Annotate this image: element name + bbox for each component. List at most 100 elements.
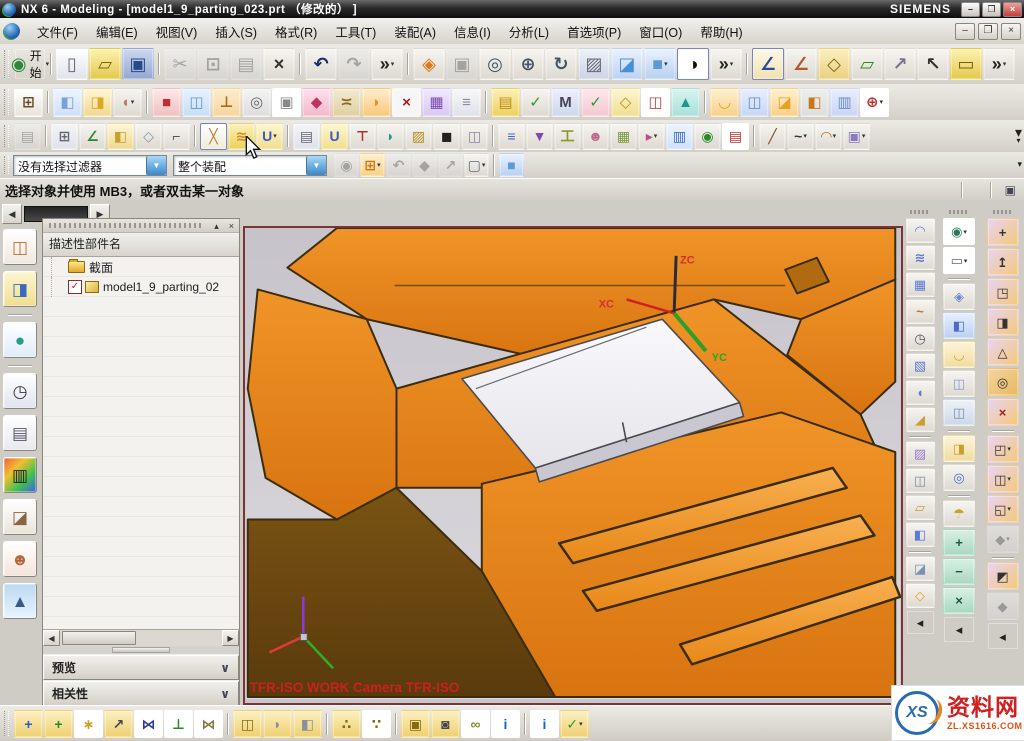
copy-icon[interactable]: ⊡ (197, 48, 229, 80)
twin-columns-icon[interactable]: ◫ (943, 399, 975, 426)
bolt-hole-icon[interactable]: U (321, 123, 348, 150)
wave-geometry-icon[interactable]: ◗ (263, 710, 292, 738)
datum-plane-pair-icon[interactable]: ◧ (53, 88, 82, 117)
through-curves-icon[interactable]: ≋ (906, 245, 935, 270)
update-display-icon[interactable]: ▨ (578, 48, 610, 80)
wcs-dynamics-icon[interactable]: ∠ (752, 48, 784, 80)
standard-overflow-icon[interactable]: »▾ (371, 48, 403, 80)
zoom-box-icon[interactable]: ▣ (446, 48, 478, 80)
shaded-cube-icon[interactable]: ■ (499, 153, 524, 177)
open-box-icon[interactable]: ◡ (943, 341, 975, 368)
report-doc-icon[interactable]: ▤ (722, 123, 749, 150)
scrollbar-thumb[interactable] (62, 631, 136, 645)
find-icon[interactable]: ◉ (334, 153, 359, 177)
menu-edit[interactable]: 编辑(E) (87, 19, 147, 44)
graphics-window[interactable]: ZC XC YC TFR-ISO WORK Camera TFR-ISO (243, 226, 903, 705)
visualize-icon[interactable]: ◉ (694, 123, 721, 150)
show-hide-icon[interactable]: ◆ (412, 153, 437, 177)
toolbar-drag-handle[interactable] (910, 210, 930, 214)
toolbar-grip[interactable] (4, 50, 9, 78)
mirror-face-icon[interactable]: ◫▾ (987, 465, 1019, 493)
tree-item-part[interactable]: ✓ model1_9_parting_02 (43, 277, 239, 297)
linked-body-icon[interactable]: ◇ (611, 88, 640, 117)
cad-model[interactable] (248, 228, 900, 697)
menu-view[interactable]: 视图(V) (147, 19, 207, 44)
preview-section-bar[interactable]: 预览 ∨ (43, 655, 239, 680)
csys-view-icon[interactable]: ∠ (79, 123, 106, 150)
boss-icon[interactable]: ⊥ (212, 88, 241, 117)
trim-icon[interactable]: × (392, 88, 421, 117)
preview-chevron-icon[interactable]: ∨ (220, 661, 238, 675)
ruled-surface-icon[interactable]: ◠ (906, 218, 935, 243)
shape-overflow-icon[interactable]: ◂ (943, 616, 975, 643)
spline-icon[interactable]: ~▾ (787, 123, 814, 150)
sheet-body-icon[interactable]: ◗ (362, 88, 391, 117)
navigator-column-header[interactable]: 描述性部件名 (43, 233, 239, 257)
measure-distance-icon[interactable]: ▭ (950, 48, 982, 80)
view-overflow-icon[interactable]: »▾ (710, 48, 742, 80)
text-icon[interactable]: ▣▾ (843, 123, 870, 150)
toolbar-grip[interactable] (4, 89, 9, 114)
unfold-view-icon[interactable]: ◇ (135, 123, 162, 150)
report-info-icon[interactable]: i (530, 710, 559, 738)
save-icon[interactable]: ▣ (122, 48, 154, 80)
add-component-icon[interactable]: + (14, 710, 43, 738)
parasol-icon[interactable]: ☂ (943, 500, 975, 527)
master-model-icon[interactable]: M (551, 88, 580, 117)
swept-feature-icon[interactable]: ◖▾ (113, 88, 142, 117)
hole-block-icon[interactable]: ◎ (943, 464, 975, 491)
delete-face-icon[interactable]: × (987, 398, 1019, 426)
selection-overflow-icon[interactable]: ▾ (1017, 161, 1022, 168)
fit-view-icon[interactable]: ◈ (413, 48, 445, 80)
move-face-icon[interactable]: + (987, 218, 1019, 246)
delete-icon[interactable]: × (263, 48, 295, 80)
boss-block-icon[interactable]: ◨ (943, 435, 975, 462)
verify-assembly-icon[interactable]: ✓▾ (560, 710, 589, 738)
open-file-icon[interactable]: ▱ (89, 48, 121, 80)
view-layout-icon[interactable]: ⊞ (51, 123, 78, 150)
undo-icon[interactable]: ↶ (305, 48, 337, 80)
edit-cross-section-icon[interactable]: ◩ (987, 562, 1019, 590)
tab-scroll-left-icon[interactable]: ◀ (2, 204, 22, 224)
extrude-small-icon[interactable]: ◈ (943, 283, 975, 310)
point-dialog-icon[interactable]: ◇ (818, 48, 850, 80)
panel-drag-handle[interactable] (49, 223, 203, 228)
doc-restore-button[interactable]: ❐ (978, 23, 998, 40)
clamp-icon[interactable]: ⊤ (349, 123, 376, 150)
remember-constraints-icon[interactable]: ⋈ (194, 710, 223, 738)
panel-collapse-icon[interactable]: ▴ (209, 221, 224, 231)
resize-face-icon[interactable]: ◱▾ (987, 495, 1019, 523)
sequence-icon[interactable]: ∴ (332, 710, 361, 738)
redo-icon[interactable]: ↷ (338, 48, 370, 80)
selection-scope-arrow-icon[interactable]: ▼ (306, 156, 326, 175)
assembly-constraints-icon[interactable]: ⋈ (134, 710, 163, 738)
zoom-icon[interactable]: ◎ (479, 48, 511, 80)
cut-block-icon[interactable]: ◫ (943, 370, 975, 397)
pattern-face-icon[interactable]: ◰▾ (987, 435, 1019, 463)
offset-region-icon[interactable]: ◳ (987, 278, 1019, 306)
wave-icon[interactable]: ▤ (491, 88, 520, 117)
shell-body-icon[interactable]: ◆ (987, 592, 1019, 620)
clearance-icon[interactable]: ∞ (461, 710, 490, 738)
scroll-left-icon[interactable]: ◀ (43, 630, 60, 646)
paste-icon[interactable]: ▤ (230, 48, 262, 80)
scene-icon[interactable]: ▲ (3, 583, 37, 619)
spreadsheet-icon[interactable]: ▥ (666, 123, 693, 150)
curve-icon[interactable]: ◠▾ (815, 123, 842, 150)
thicken-icon[interactable]: ≡ (452, 88, 481, 117)
roles-icon[interactable]: ☻ (3, 541, 37, 577)
studio-surface-icon[interactable]: ~ (906, 299, 935, 324)
splitter-grip[interactable] (112, 647, 170, 653)
pull-face-icon[interactable]: ↥ (987, 248, 1019, 276)
web-browser-icon[interactable]: ● (3, 322, 37, 358)
zoom-in-out-icon[interactable]: ⊕ (512, 48, 544, 80)
menu-file[interactable]: 文件(F) (28, 19, 87, 44)
slope-analysis-icon[interactable]: ▨ (405, 123, 432, 150)
split-body-icon[interactable]: ◧ (800, 88, 829, 117)
squeeze-icon[interactable]: ◫ (461, 123, 488, 150)
undo-selection-icon[interactable]: ↶ (386, 153, 411, 177)
menu-analysis[interactable]: 分析(L) (500, 19, 558, 44)
assembly-navigator-icon[interactable]: ◫ (3, 229, 37, 265)
hole-icon[interactable]: ◎ (242, 88, 271, 117)
variant-icon[interactable]: ◙ (431, 710, 460, 738)
